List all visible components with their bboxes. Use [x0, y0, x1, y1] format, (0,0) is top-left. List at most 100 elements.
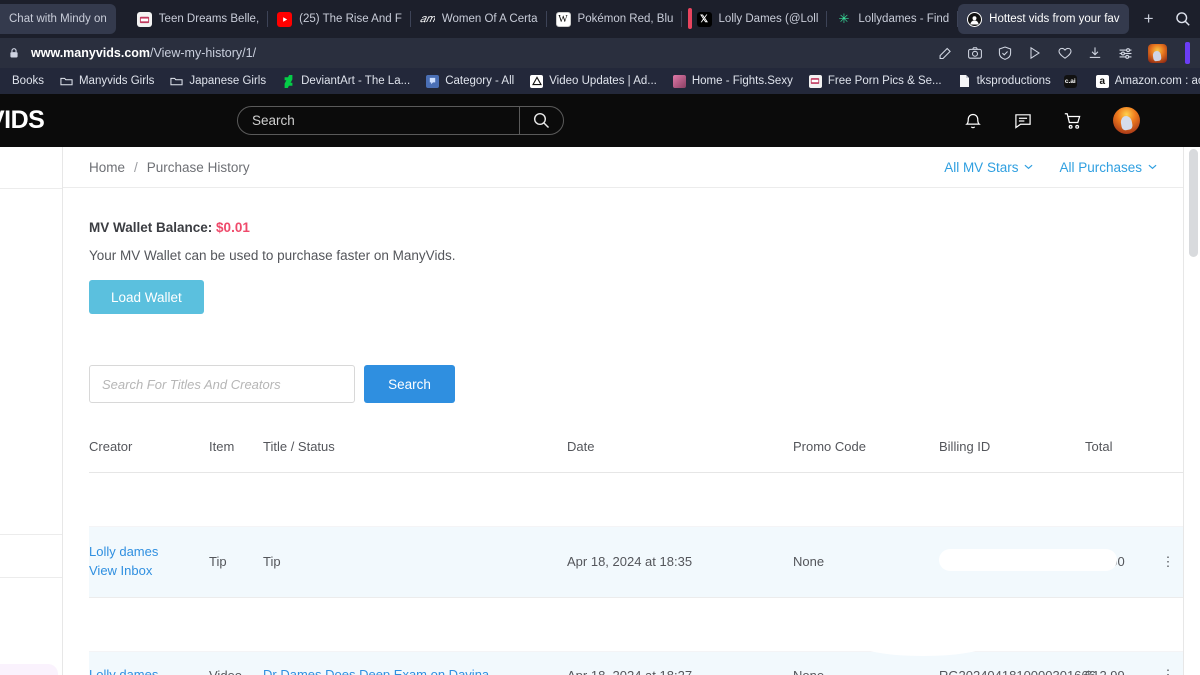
- wallet-section: MV Wallet Balance: $0.01 Your MV Wallet …: [63, 188, 1183, 314]
- camera-icon[interactable]: [967, 45, 983, 61]
- row-menu-button[interactable]: ⋮: [1153, 526, 1183, 598]
- cell-billing-redacted: [939, 526, 1117, 598]
- tab-favicon-manyvids: [967, 11, 983, 27]
- search-submit-button[interactable]: [519, 107, 563, 134]
- tab-search-icon[interactable]: [1163, 2, 1200, 36]
- shield-icon[interactable]: [997, 45, 1013, 61]
- edit-icon[interactable]: [938, 46, 953, 61]
- category-app-icon: [426, 74, 440, 88]
- row-menu-button[interactable]: ⋮: [1153, 651, 1183, 675]
- heart-icon[interactable]: [1057, 45, 1073, 61]
- cart-icon[interactable]: [1063, 111, 1083, 131]
- bookmark-item[interactable]: Books: [4, 70, 52, 92]
- browser-window: Chat with Mindy on Teen Dreams Belle, (2…: [0, 0, 1200, 675]
- title-link[interactable]: Dr Dames Does Deep Exam on Davina: [263, 666, 567, 675]
- bookmark-item[interactable]: a Amazon.com : acet...: [1088, 70, 1200, 92]
- download-icon[interactable]: [1087, 45, 1103, 61]
- history-search-button[interactable]: Search: [364, 365, 455, 403]
- breadcrumb-home[interactable]: Home: [89, 160, 125, 175]
- new-tab-button[interactable]: +: [1135, 5, 1163, 33]
- address-bar-left[interactable]: www.manyvids.com/View-my-history/1/: [8, 46, 928, 60]
- free-porn-pics-icon: [808, 74, 822, 88]
- cell-date: Apr 18, 2024 at 18:35: [567, 526, 793, 598]
- table-row[interactable]: Lolly dames View Inbox Tip Tip Apr 18, 2…: [89, 526, 1183, 598]
- bookmark-item[interactable]: Home - Fights.Sexy: [665, 70, 801, 92]
- bookmark-item[interactable]: Japanese Girls: [162, 70, 274, 92]
- tab-favicon-script: 𝑎𝑚: [419, 12, 435, 25]
- redaction-mark: [939, 549, 1117, 572]
- cell-date: [567, 472, 793, 527]
- send-icon[interactable]: [1027, 45, 1043, 61]
- bookmark-label: Category - All: [445, 75, 515, 87]
- creator-link[interactable]: Lolly dames: [89, 543, 209, 562]
- bookmark-item[interactable]: Video Updates | Ad...: [522, 70, 665, 92]
- bookmark-label: Video Updates | Ad...: [549, 75, 657, 87]
- bookmark-label: DeviantArt - The La...: [301, 75, 411, 87]
- breadcrumb-separator: /: [134, 159, 138, 175]
- promo-overlay-card[interactable]: imited ns and: [0, 664, 58, 675]
- site-search-wrap: [237, 106, 564, 135]
- browser-tab[interactable]: Teen Dreams Belle,: [128, 4, 269, 34]
- bookmark-item[interactable]: DeviantArt - The La...: [274, 70, 418, 92]
- address-bar-icons: [938, 42, 1192, 64]
- table-row[interactable]: [89, 472, 1183, 527]
- search-input[interactable]: [238, 113, 519, 128]
- table-row[interactable]: Lolly dames Video Dr Dames Does Deep Exa…: [89, 651, 1183, 675]
- view-inbox-link[interactable]: View Inbox: [89, 562, 209, 581]
- cell-item: [209, 597, 263, 652]
- tab-favicon-linktree: ✳: [838, 11, 850, 27]
- bookmark-item[interactable]: Category - All: [418, 70, 522, 92]
- wallet-balance-label: MV Wallet Balance:: [89, 220, 213, 235]
- page-scrollbar-thumb[interactable]: [1189, 149, 1198, 257]
- wallet-description: Your MV Wallet can be used to purchase f…: [89, 248, 456, 263]
- creator-link[interactable]: Lolly dames: [89, 666, 209, 675]
- bookmark-label: Japanese Girls: [189, 75, 267, 87]
- site-search-box[interactable]: [237, 106, 564, 135]
- bookmark-item[interactable]: Free Porn Pics & Se...: [801, 70, 950, 92]
- filter-all-mv-stars[interactable]: All MV Stars: [944, 160, 1033, 175]
- tab-favicon-x-twitter: 𝕏: [696, 11, 712, 27]
- sliders-icon[interactable]: [1117, 45, 1134, 62]
- document-icon: [958, 75, 971, 88]
- breadcrumb-row: Home / Purchase History All MV Stars All…: [63, 147, 1183, 188]
- manyvids-logo[interactable]: VIDS: [0, 106, 58, 135]
- bell-icon[interactable]: [963, 111, 983, 131]
- bookmark-label: Free Porn Pics & Se...: [827, 75, 942, 87]
- url-path: /View-my-history/1/: [150, 46, 257, 60]
- messages-icon[interactable]: [1013, 111, 1033, 131]
- browser-tab[interactable]: ✳ Lollydames - Find: [827, 4, 959, 34]
- cell-total: $12.99: [1085, 651, 1153, 675]
- col-creator: Creator: [89, 439, 209, 473]
- history-search-input[interactable]: [89, 365, 355, 403]
- browser-tab[interactable]: (25) The Rise And F: [268, 4, 411, 34]
- browser-tab-active[interactable]: Hottest vids from your fav: [958, 4, 1129, 34]
- bookmark-item[interactable]: tksproductions: [950, 70, 1059, 92]
- col-billing-id: Billing ID: [939, 439, 1085, 473]
- col-promo-code: Promo Code: [793, 439, 939, 473]
- bookmark-label: Amazon.com : acet...: [1114, 75, 1200, 87]
- folder-icon: [170, 75, 183, 88]
- tab-divider: [680, 11, 682, 27]
- browser-tab[interactable]: 𝑎𝑚 Women Of A Certa: [411, 4, 547, 34]
- browser-profile-avatar[interactable]: [1148, 43, 1167, 63]
- filter-all-purchases[interactable]: All Purchases: [1059, 160, 1157, 175]
- browser-tab[interactable]: 𝕏 Lolly Dames (@Loll: [687, 4, 828, 34]
- tab-audio-indicator: [687, 8, 692, 29]
- site-header: VIDS: [0, 94, 1200, 147]
- cell-actions[interactable]: [1153, 597, 1183, 652]
- user-avatar[interactable]: [1113, 107, 1140, 134]
- cell-actions[interactable]: [1153, 472, 1183, 527]
- bookmark-item[interactable]: c.ai: [1059, 70, 1088, 92]
- tab-title: Lollydames - Find: [858, 13, 950, 25]
- browser-tab[interactable]: Chat with Mindy on: [0, 4, 116, 34]
- load-wallet-button[interactable]: Load Wallet: [89, 280, 204, 314]
- url-text: www.manyvids.com/View-my-history/1/: [31, 46, 256, 60]
- bookmark-label: Books: [12, 75, 44, 87]
- cell-creator: Lolly dames: [89, 651, 209, 675]
- col-item: Item: [209, 439, 263, 473]
- cell-creator: Lolly dames View Inbox: [89, 526, 209, 598]
- address-bar[interactable]: www.manyvids.com/View-my-history/1/: [0, 38, 1200, 68]
- browser-tab[interactable]: W Pokémon Red, Blue: [547, 4, 682, 34]
- bookmark-item[interactable]: Manyvids Girls: [52, 70, 162, 92]
- wallet-balance-line: MV Wallet Balance: $0.01: [89, 220, 1157, 235]
